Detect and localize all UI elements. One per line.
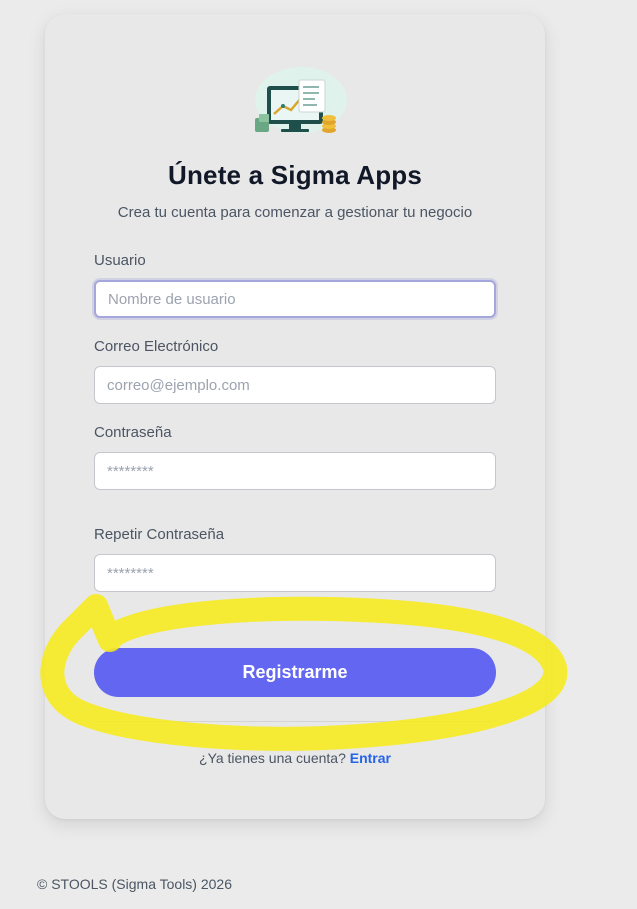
login-prompt-line: ¿Ya tienes una cuenta? Entrar bbox=[45, 750, 545, 766]
register-card: Únete a Sigma Apps Crea tu cuenta para c… bbox=[45, 14, 545, 819]
username-label: Usuario bbox=[94, 252, 146, 269]
register-button[interactable]: Registrarme bbox=[94, 648, 496, 697]
email-input[interactable] bbox=[94, 366, 496, 404]
username-input[interactable] bbox=[94, 280, 496, 318]
page-title: Únete a Sigma Apps bbox=[167, 160, 423, 190]
footer-copyright: © STOOLS (Sigma Tools) 2026 bbox=[37, 876, 232, 892]
finance-dashboard-illustration-icon bbox=[255, 67, 347, 133]
divider bbox=[94, 721, 496, 722]
email-label: Correo Electrónico bbox=[94, 338, 219, 355]
login-link[interactable]: Entrar bbox=[350, 750, 391, 766]
login-prompt: ¿Ya tienes una cuenta? bbox=[199, 750, 346, 766]
password-label: Contraseña bbox=[94, 424, 172, 441]
repeat-password-input[interactable] bbox=[94, 554, 496, 592]
repeat-password-label: Repetir Contraseña bbox=[94, 526, 225, 543]
page-subtitle: Crea tu cuenta para comenzar a gestionar… bbox=[117, 204, 473, 221]
password-input[interactable] bbox=[94, 452, 496, 490]
